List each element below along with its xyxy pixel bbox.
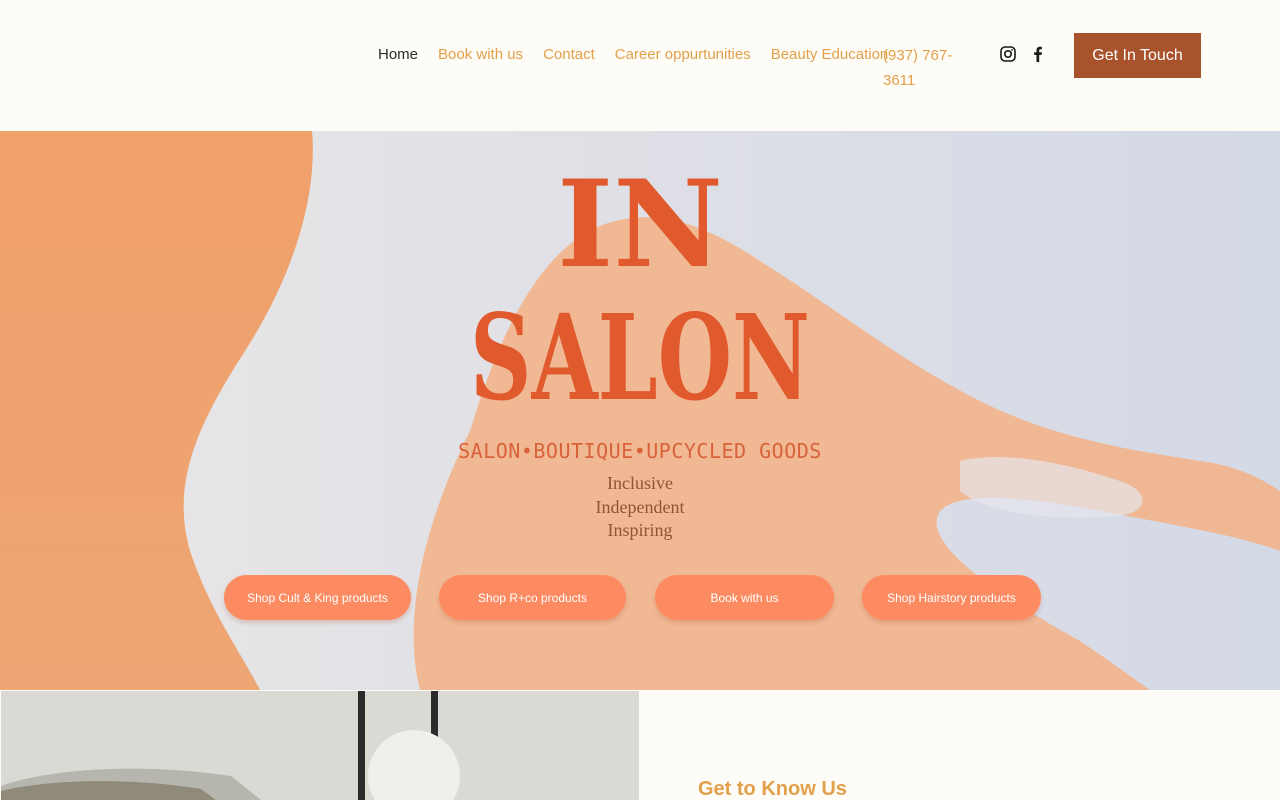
value-independent: Independent: [595, 496, 685, 517]
social-links: [999, 45, 1047, 63]
facebook-icon[interactable]: [1029, 45, 1047, 63]
nav-home[interactable]: Home: [378, 43, 418, 67]
shop-cult-king-button[interactable]: Shop Cult & King products: [224, 575, 411, 620]
shop-hairstory-button[interactable]: Shop Hairstory products: [862, 575, 1041, 620]
values-list: Inclusive Independent Inspiring: [0, 472, 1280, 543]
hero-section: IN SALON SALON•BOUTIQUE•UPCYCLED GOODS I…: [0, 131, 1280, 690]
phone-link[interactable]: (937) 767-3611: [883, 43, 963, 93]
shop-rco-button[interactable]: Shop R+co products: [439, 575, 626, 620]
instagram-icon[interactable]: [999, 45, 1017, 63]
salon-interior-photo: [1, 691, 639, 800]
in-salon-logo: IN SALON: [470, 154, 810, 411]
nav-contact[interactable]: Contact: [543, 43, 595, 67]
value-inspiring: Inspiring: [607, 520, 673, 540]
svg-text:IN: IN: [557, 154, 723, 295]
nav-career-opportunities[interactable]: Career oppurtunities: [615, 43, 751, 67]
site-header: Home Book with us Contact Career oppurtu…: [0, 0, 1280, 131]
nav-beauty-education[interactable]: Beauty Education: [771, 43, 889, 67]
svg-text:SALON: SALON: [470, 288, 810, 411]
nav-book-with-us[interactable]: Book with us: [438, 43, 523, 67]
get-to-know-us-heading: Get to Know Us: [698, 778, 847, 800]
book-with-us-button[interactable]: Book with us: [655, 575, 834, 620]
tagline: SALON•BOUTIQUE•UPCYCLED GOODS: [458, 439, 822, 463]
value-inclusive: Inclusive: [607, 473, 673, 493]
get-in-touch-button[interactable]: Get In Touch: [1074, 33, 1201, 78]
main-nav: Home Book with us Contact Career oppurtu…: [378, 43, 888, 67]
